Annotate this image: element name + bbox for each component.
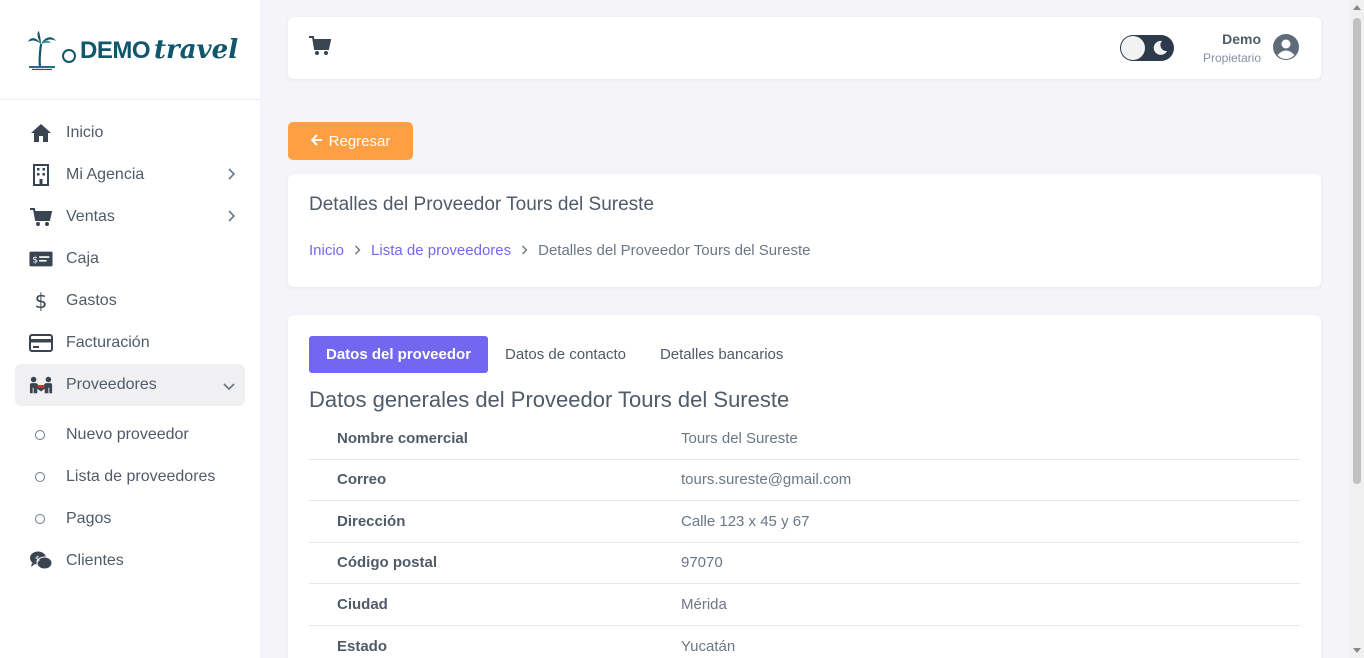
row-value: Calle 123 x 45 y 67	[681, 512, 810, 530]
sidebar-item-label: Caja	[66, 250, 99, 267]
brand-demo: DEMO	[80, 36, 151, 64]
sidebar-item-inicio[interactable]: Inicio	[15, 112, 245, 154]
toggle-knob	[1121, 36, 1145, 60]
chevron-right-icon	[227, 209, 236, 225]
chevron-down-icon	[223, 377, 235, 393]
page-header-card: Detalles del Proveedor Tours del Sureste…	[288, 174, 1321, 287]
row-label: Nombre comercial	[337, 429, 468, 447]
sidebar-item-gastos[interactable]: $ Gastos	[15, 280, 245, 322]
table-row: Código postal 97070	[309, 543, 1300, 584]
sidebar-subitem-label: Nuevo proveedor	[66, 426, 189, 443]
user-role: Propietario	[1202, 51, 1261, 65]
row-value: Mérida	[681, 595, 727, 613]
sun-icon	[62, 48, 76, 63]
back-button[interactable]: Regresar	[288, 122, 413, 160]
sidebar-item-label: Mi Agencia	[66, 166, 145, 183]
svg-text:$: $	[32, 255, 38, 266]
breadcrumb-home-link[interactable]: Inicio	[309, 242, 344, 259]
cash-icon: $	[29, 247, 53, 271]
breadcrumb-current: Detalles del Proveedor Tours del Sureste	[538, 242, 811, 259]
circle-icon	[35, 472, 45, 482]
clients-chat-icon: $	[29, 549, 53, 573]
dark-mode-toggle[interactable]	[1120, 35, 1174, 61]
sidebar-item-facturacion[interactable]: Facturación	[15, 322, 245, 364]
scrollbar-thumb[interactable]	[1353, 18, 1361, 484]
sidebar-subitem-label: Pagos	[66, 510, 112, 527]
sidebar-menu: Inicio Mi Agencia Ventas $ Caja $ Gastos…	[0, 100, 260, 582]
svg-text:$: $	[35, 555, 40, 564]
row-label: Dirección	[337, 512, 406, 530]
palm-tree-icon	[28, 30, 56, 70]
provider-details-card: Datos del proveedor Datos de contacto De…	[288, 315, 1321, 658]
row-label: Correo	[337, 471, 387, 489]
top-navbar: Demo Propietario	[288, 17, 1321, 79]
home-icon	[29, 121, 53, 145]
table-row: Estado Yucatán	[309, 626, 1300, 658]
sidebar-subitem-pagos[interactable]: Pagos	[15, 498, 245, 540]
sidebar-item-label: Gastos	[66, 292, 117, 309]
arrow-left-icon	[310, 133, 323, 150]
row-value: tours.sureste@gmail.com	[681, 471, 852, 489]
sidebar-item-label: Ventas	[66, 208, 115, 225]
row-label: Estado	[337, 637, 388, 655]
table-row: Correo tours.sureste@gmail.com	[309, 460, 1300, 501]
scroll-up-icon[interactable]	[1353, 5, 1361, 10]
sidebar-subitem-lista-de-proveedores[interactable]: Lista de proveedores	[15, 456, 245, 498]
tab-datos-del-proveedor[interactable]: Datos del proveedor	[309, 336, 489, 373]
row-value: Yucatán	[681, 637, 736, 655]
sidebar-subitem-nuevo-proveedor[interactable]: Nuevo proveedor	[15, 414, 245, 456]
circle-icon	[35, 514, 45, 524]
sidebar-item-ventas[interactable]: Ventas	[15, 196, 245, 238]
row-label: Código postal	[337, 554, 437, 572]
sidebar-item-label: Clientes	[66, 552, 124, 569]
breadcrumb-list-link[interactable]: Lista de proveedores	[371, 242, 511, 259]
chevron-right-icon	[521, 243, 528, 258]
building-icon	[29, 163, 53, 187]
sidebar-subitem-label: Lista de proveedores	[66, 468, 216, 485]
people-icon	[29, 373, 53, 397]
sidebar-item-proveedores[interactable]: Proveedores	[15, 364, 245, 406]
row-value: 97070	[681, 554, 723, 572]
table-row: Ciudad Mérida	[309, 584, 1300, 626]
cart-icon	[29, 205, 53, 229]
details-tabs: Datos del proveedor Datos de contacto De…	[309, 336, 800, 373]
sidebar-item-label: Proveedores	[66, 376, 157, 393]
sidebar-item-clientes[interactable]: $ Clientes	[15, 540, 245, 582]
chevron-right-icon	[354, 243, 361, 258]
chevron-right-icon	[227, 167, 236, 183]
page-title: Detalles del Proveedor Tours del Sureste	[309, 194, 655, 215]
cart-icon[interactable]	[308, 35, 332, 62]
user-name[interactable]: Demo	[1222, 31, 1261, 47]
circle-icon	[35, 430, 45, 440]
sidebar-item-mi-agencia[interactable]: Mi Agencia	[15, 154, 245, 196]
table-row: Nombre comercial Tours del Sureste	[309, 418, 1300, 460]
tab-detalles-bancarios[interactable]: Detalles bancarios	[643, 336, 800, 373]
provider-info-table: Nombre comercial Tours del Sureste Corre…	[309, 418, 1300, 658]
table-row: Dirección Calle 123 x 45 y 67	[309, 501, 1300, 543]
back-button-label: Regresar	[328, 132, 391, 150]
page-scrollbar[interactable]	[1350, 0, 1364, 658]
row-label: Ciudad	[337, 595, 388, 613]
tab-datos-de-contacto[interactable]: Datos de contacto	[488, 336, 643, 373]
moon-icon	[1152, 40, 1168, 61]
brand-logo[interactable]: DEMO travel	[0, 0, 260, 100]
sidebar-item-label: Inicio	[66, 124, 104, 141]
sidebar-item-label: Facturación	[66, 334, 150, 351]
sidebar-item-caja[interactable]: $ Caja	[15, 238, 245, 280]
sidebar: DEMO travel Inicio Mi Agencia Ventas $ C…	[0, 0, 260, 658]
user-avatar-icon[interactable]	[1272, 33, 1300, 66]
row-value: Tours del Sureste	[681, 429, 798, 447]
dollar-icon: $	[34, 289, 48, 313]
scroll-down-icon[interactable]	[1353, 648, 1361, 653]
section-title: Datos generales del Proveedor Tours del …	[309, 387, 790, 412]
breadcrumb: Inicio Lista de proveedores Detalles del…	[309, 242, 811, 259]
credit-card-icon	[29, 331, 53, 355]
brand-text: DEMO travel	[80, 35, 238, 65]
brand-travel: travel	[154, 34, 239, 65]
